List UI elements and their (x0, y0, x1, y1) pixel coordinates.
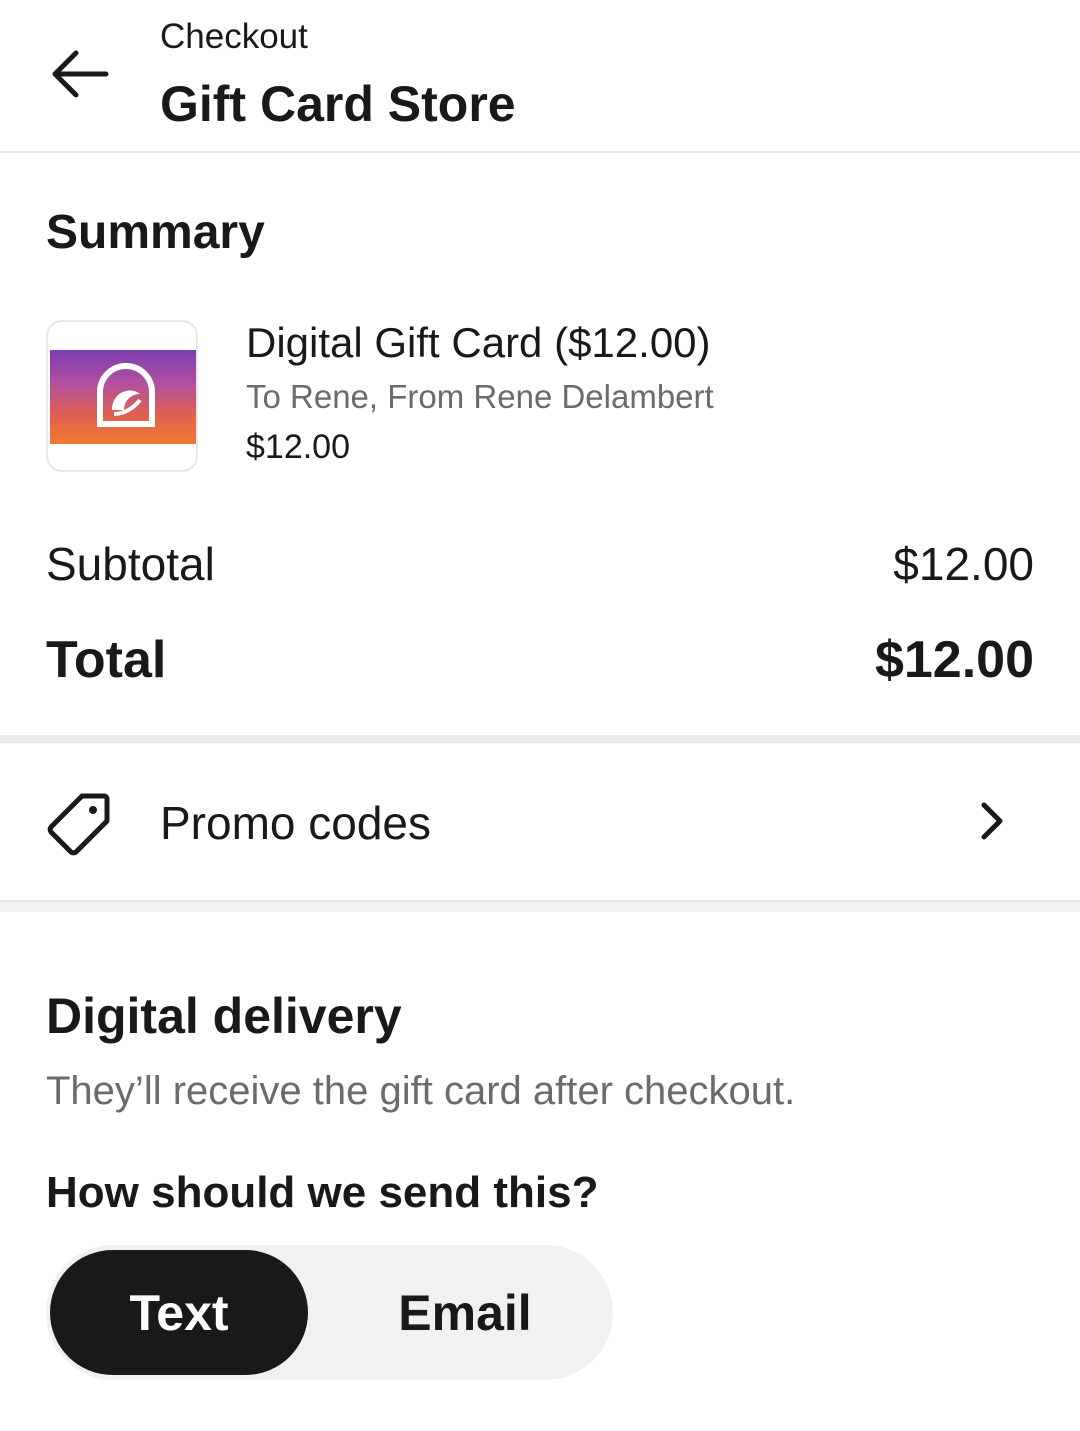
section-divider (0, 900, 1080, 912)
subtotal-label: Subtotal (46, 538, 215, 590)
page-title: Gift Card Store (160, 76, 516, 132)
back-button[interactable] (40, 36, 120, 112)
total-value: $12.00 (874, 631, 1034, 689)
app-header: Checkout Gift Card Store (0, 0, 1080, 153)
gift-card-thumbnail (46, 320, 198, 472)
delivery-heading: Digital delivery (46, 988, 402, 1044)
header-subtitle: Checkout (160, 17, 308, 56)
text-option-button[interactable]: Text (50, 1250, 308, 1375)
delivery-description: They’ll receive the gift card after chec… (46, 1069, 796, 1113)
summary-heading: Summary (46, 206, 265, 259)
item-price: $12.00 (246, 428, 350, 466)
subtotal-value: $12.00 (893, 538, 1034, 590)
send-method-question: How should we send this? (46, 1168, 599, 1217)
tag-icon (47, 793, 110, 856)
arrow-left-icon (52, 50, 109, 98)
item-recipient: To Rene, From Rene Delambert (246, 378, 714, 415)
gift-card-art (50, 350, 196, 444)
promo-codes-label: Promo codes (160, 797, 432, 849)
item-name: Digital Gift Card ($12.00) (246, 319, 711, 366)
email-option-button[interactable]: Email (336, 1250, 594, 1375)
promo-codes-row[interactable]: Promo codes (0, 743, 1080, 900)
total-label: Total (46, 631, 167, 689)
section-divider (0, 735, 1080, 743)
chevron-right-icon (981, 802, 1003, 840)
send-method-toggle: Text Email (46, 1245, 613, 1380)
taco-bell-logo-icon (97, 363, 155, 427)
